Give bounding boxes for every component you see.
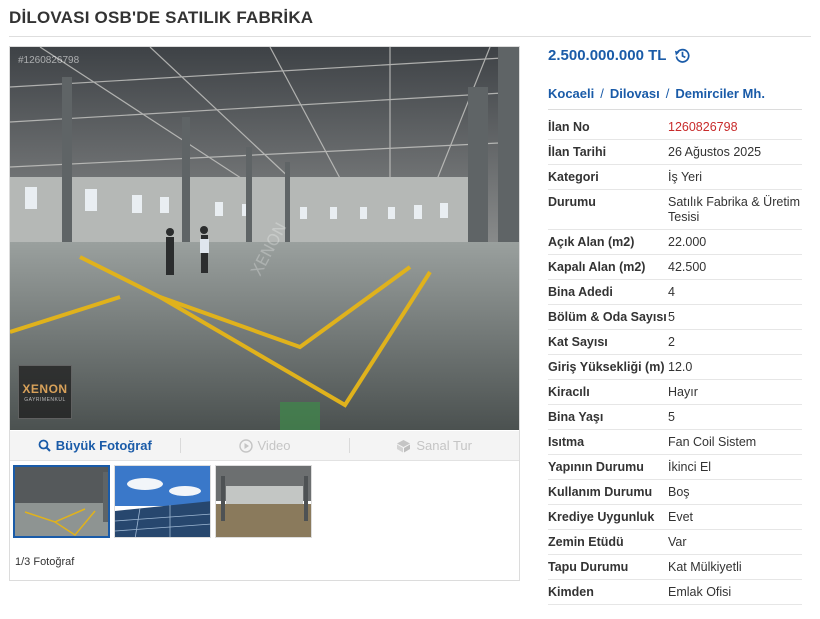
location-city[interactable]: Kocaeli — [548, 86, 594, 101]
detail-row: İlan Tarihi 26 Ağustos 2025 — [548, 140, 802, 165]
detail-row: Tapu Durumu Kat Mülkiyetli — [548, 555, 802, 580]
location-district[interactable]: Dilovası — [610, 86, 660, 101]
thumbnail-2[interactable] — [114, 465, 211, 538]
detail-row: Kapalı Alan (m2) 42.500 — [548, 255, 802, 280]
media-tabs: Büyük Fotoğraf Video Sanal Tur — [10, 431, 519, 461]
detail-row: Açık Alan (m2) 22.000 — [548, 230, 802, 255]
detail-row: Kat Sayısı 2 — [548, 330, 802, 355]
detail-row: İlan No 1260826798 — [548, 115, 802, 140]
thumbnail-strip — [13, 465, 312, 538]
photo-counter: 1/3 Fotoğraf — [15, 556, 75, 568]
detail-row: Kategori İş Yeri — [548, 165, 802, 190]
tab-virtual-tour[interactable]: Sanal Tur — [349, 431, 519, 460]
tab-large-photo[interactable]: Büyük Fotoğraf — [10, 431, 180, 460]
play-icon — [238, 438, 253, 453]
detail-row: Kimden Emlak Ofisi — [548, 580, 802, 605]
detail-row: Bina Yaşı 5 — [548, 405, 802, 430]
price-history-icon[interactable] — [674, 47, 691, 64]
detail-row: Bina Adedi 4 — [548, 280, 802, 305]
listing-number: 1260826798 — [668, 120, 738, 134]
detail-row: Durumu Satılık Fabrika & Üretim Tesisi — [548, 190, 802, 230]
tab-video[interactable]: Video — [179, 431, 350, 460]
thumbnail-1[interactable] — [13, 465, 110, 538]
warehouse-photo-illustration: XENON — [10, 47, 519, 430]
price: 2.500.000.000 TL — [548, 47, 691, 64]
photo-gallery: XENON #1260826798 XENON GAYRIMENKUL Büyü… — [9, 46, 520, 581]
detail-row: Kiracılı Hayır — [548, 380, 802, 405]
page-title: DİLOVASI OSB'DE SATILIK FABRİKA — [9, 8, 314, 27]
detail-row: Zemin Etüdü Var — [548, 530, 802, 555]
detail-row: Isıtma Fan Coil Sistem — [548, 430, 802, 455]
details-table: İlan No 1260826798 İlan Tarihi 26 Ağusto… — [548, 115, 802, 605]
cube-icon — [397, 439, 411, 452]
detail-row: Bölüm & Oda Sayısı 5 — [548, 305, 802, 330]
magnifier-icon — [38, 439, 51, 452]
title-divider — [9, 36, 811, 37]
breadcrumb: Kocaeli / Dilovası / Demirciler Mh. — [548, 86, 765, 101]
watermark-logo: XENON GAYRIMENKUL — [18, 365, 72, 419]
location-divider — [548, 109, 802, 110]
thumbnail-3[interactable] — [215, 465, 312, 538]
detail-row: Yapının Durumu İkinci El — [548, 455, 802, 480]
main-photo[interactable]: XENON #1260826798 XENON GAYRIMENKUL — [10, 47, 519, 430]
detail-row: Kullanım Durumu Boş — [548, 480, 802, 505]
detail-row: Krediye Uygunluk Evet — [548, 505, 802, 530]
listing-id-overlay: #1260826798 — [18, 55, 80, 66]
price-value: 2.500.000.000 TL — [548, 47, 667, 64]
detail-row: Giriş Yüksekliği (m) 12.0 — [548, 355, 802, 380]
location-neighborhood[interactable]: Demirciler Mh. — [675, 86, 765, 101]
